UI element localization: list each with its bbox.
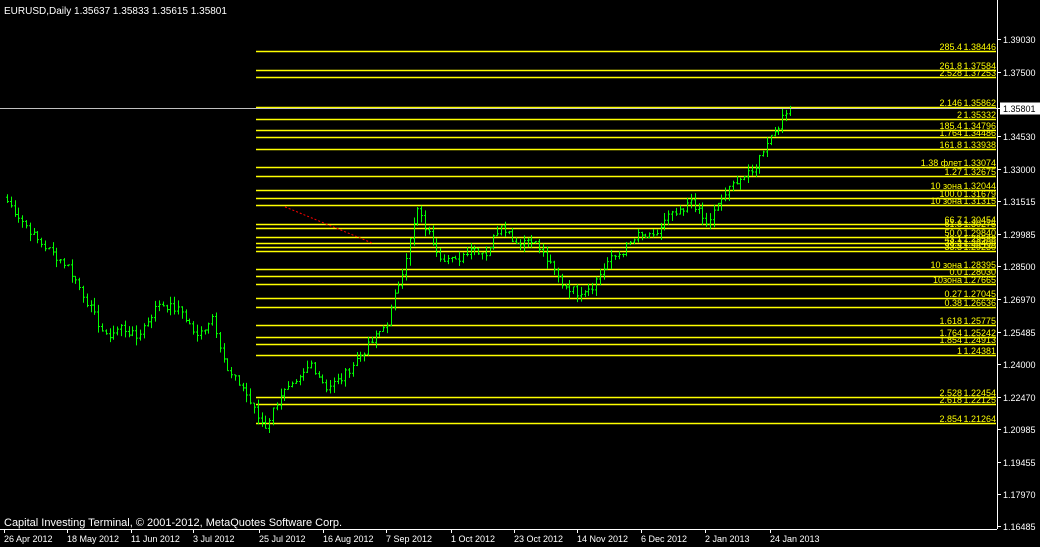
- x-tick-label: 24 Jan 2013: [770, 534, 820, 544]
- x-tick-label: 14 Nov 2012: [577, 534, 628, 544]
- y-tick-label: 1.20985: [1003, 425, 1036, 435]
- x-tick-label: 11 Jun 2012: [131, 534, 180, 544]
- level-price: 1.25775: [963, 316, 996, 326]
- x-tick-label: 1 Oct 2012: [451, 534, 495, 544]
- level-price: 1.22125: [963, 395, 996, 405]
- chart-canvas[interactable]: 285.4 1.38446261.8 1.375842.528 1.372532.14…: [0, 0, 1040, 547]
- level-ratio: 10зона: [933, 275, 962, 285]
- current-price-label: 1.35801: [1003, 104, 1036, 114]
- level-price: 1.34486: [963, 128, 996, 138]
- level-price: 1.27665: [963, 275, 996, 285]
- level-ratio: 285.4: [939, 42, 962, 52]
- x-tick-label: 23 Oct 2012: [514, 534, 563, 544]
- level-price: 1.31315: [963, 196, 996, 206]
- y-tick-label: 1.31515: [1003, 197, 1036, 207]
- y-tick-label: 1.22470: [1003, 393, 1036, 403]
- level-ratio: 2.854: [939, 414, 962, 424]
- level-ratio: 2.528: [939, 68, 962, 78]
- level-price: 1.35862: [963, 98, 996, 108]
- level-ratio: 1.27: [944, 167, 962, 177]
- y-tick-label: 1.17970: [1003, 490, 1036, 500]
- level-ratio: 1.618: [939, 316, 962, 326]
- level-ratio: 161.8: [939, 140, 962, 150]
- level-price: 1.37253: [963, 68, 996, 78]
- level-price: 1.21264: [963, 414, 996, 424]
- y-tick-label: 1.19455: [1003, 458, 1036, 468]
- y-tick-label: 1.33000: [1003, 165, 1036, 175]
- level-price: 1.35332: [963, 110, 996, 120]
- y-tick-label: 1.16485: [1003, 522, 1036, 532]
- y-tick-label: 1.39030: [1003, 35, 1036, 45]
- level-ratio: 33.3: [944, 242, 962, 252]
- level-price: 1.33938: [963, 140, 996, 150]
- y-tick-label: 1.28500: [1003, 262, 1036, 272]
- y-tick-label: 1.24000: [1003, 360, 1036, 370]
- level-ratio: 1: [957, 346, 962, 356]
- y-tick-label: 1.29985: [1003, 230, 1036, 240]
- level-price: 1.24913: [963, 335, 996, 345]
- chart-header: EURUSD,Daily 1.35637 1.35833 1.35615 1.3…: [4, 6, 227, 17]
- level-ratio: 1.854: [939, 335, 962, 345]
- x-tick-label: 16 Aug 2012: [323, 534, 374, 544]
- y-tick-label: 1.25485: [1003, 328, 1036, 338]
- x-tick-label: 2 Jan 2013: [705, 534, 750, 544]
- level-ratio: 2.618: [939, 395, 962, 405]
- x-tick-label: 3 Jul 2012: [193, 534, 235, 544]
- x-tick-label: 6 Dec 2012: [641, 534, 687, 544]
- level-ratio: 2: [957, 110, 962, 120]
- x-tick-label: 7 Sep 2012: [386, 534, 432, 544]
- x-tick-label: 25 Jul 2012: [259, 534, 306, 544]
- y-tick-label: 1.37500: [1003, 68, 1036, 78]
- x-tick-label: 18 May 2012: [67, 534, 119, 544]
- level-ratio: 0.38: [944, 298, 962, 308]
- y-tick-label: 1.34530: [1003, 132, 1036, 142]
- x-tick-label: 26 Apr 2012: [4, 534, 53, 544]
- level-ratio: 10 зона: [930, 196, 962, 206]
- level-price: 1.26636: [963, 298, 996, 308]
- level-price: 1.32675: [963, 167, 996, 177]
- copyright-footer: Capital Investing Terminal, © 2001-2012,…: [4, 517, 342, 529]
- level-price: 1.24381: [963, 346, 996, 356]
- level-price: 1.29230: [963, 242, 996, 252]
- y-tick-label: 1.26970: [1003, 295, 1036, 305]
- level-ratio: 2.146: [939, 98, 962, 108]
- level-ratio: 1.764: [939, 128, 962, 138]
- level-price: 1.38446: [963, 42, 996, 52]
